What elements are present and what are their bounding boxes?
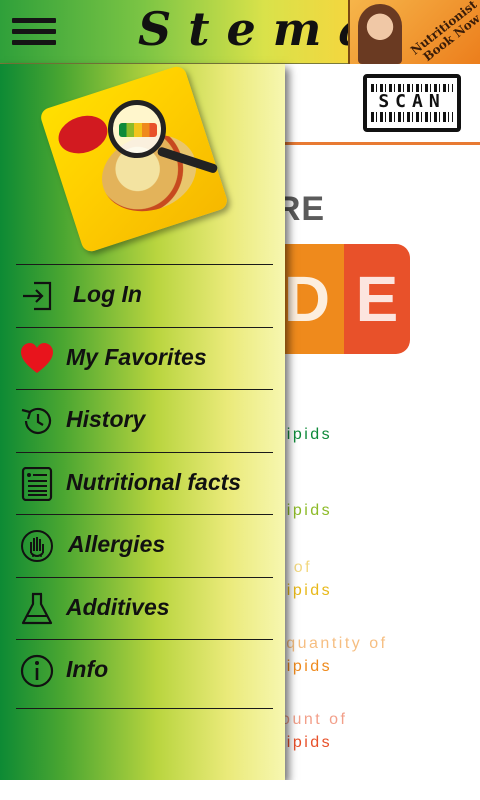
menu-item-history[interactable]: History: [16, 390, 273, 452]
menu-item-allergies[interactable]: Allergies: [16, 515, 273, 577]
info-icon: [20, 654, 54, 688]
menu-item-label: Nutritional facts: [66, 468, 242, 495]
nutrition-label-icon: [21, 466, 53, 501]
menu-item-additives[interactable]: Additives: [16, 578, 273, 640]
drawer-menu: Log In My Favorites History Nutritional …: [16, 264, 273, 709]
menu-item-label: Info: [66, 656, 109, 682]
menu-item-label: History: [66, 406, 146, 432]
heart-icon: [21, 342, 53, 373]
login-icon: [23, 281, 52, 311]
nutritionist-photo: [358, 4, 402, 64]
menu-item-login[interactable]: Log In: [16, 265, 273, 327]
nutriscore-mini-scale: [119, 123, 157, 137]
menu-item-favorites[interactable]: My Favorites: [16, 328, 273, 390]
allergy-hand-icon: [21, 530, 53, 562]
bottom-strip: [0, 780, 480, 800]
menu-item-label: Additives: [66, 593, 170, 620]
scan-barcode-button[interactable]: SCAN: [363, 74, 461, 132]
menu-item-label: Allergies: [68, 531, 166, 557]
package-logo: [53, 109, 113, 160]
menu-hamburger-icon[interactable]: [12, 16, 56, 48]
nutritionist-promo-banner[interactable]: Nutritionist Book Now: [348, 0, 480, 64]
menu-item-info[interactable]: Info: [16, 640, 273, 702]
scan-label: SCAN: [371, 92, 453, 112]
menu-item-label: Log In: [73, 281, 142, 307]
history-icon: [21, 407, 52, 434]
menu-divider: [16, 707, 273, 709]
menu-item-label: My Favorites: [66, 343, 207, 370]
navigation-drawer: Log In My Favorites History Nutritional …: [0, 64, 285, 780]
drawer-header-image: [0, 64, 285, 260]
grade-e-cell: E: [344, 244, 410, 354]
promo-text: Nutritionist Book Now: [407, 0, 480, 64]
menu-item-nutritional-facts[interactable]: Nutritional facts: [16, 453, 273, 515]
flask-icon: [21, 592, 53, 624]
app-header: Stema Nutritionist Book Now: [0, 0, 480, 64]
app-root: Stema Nutritionist Book Now SCAN NUTRI-S…: [0, 0, 480, 800]
